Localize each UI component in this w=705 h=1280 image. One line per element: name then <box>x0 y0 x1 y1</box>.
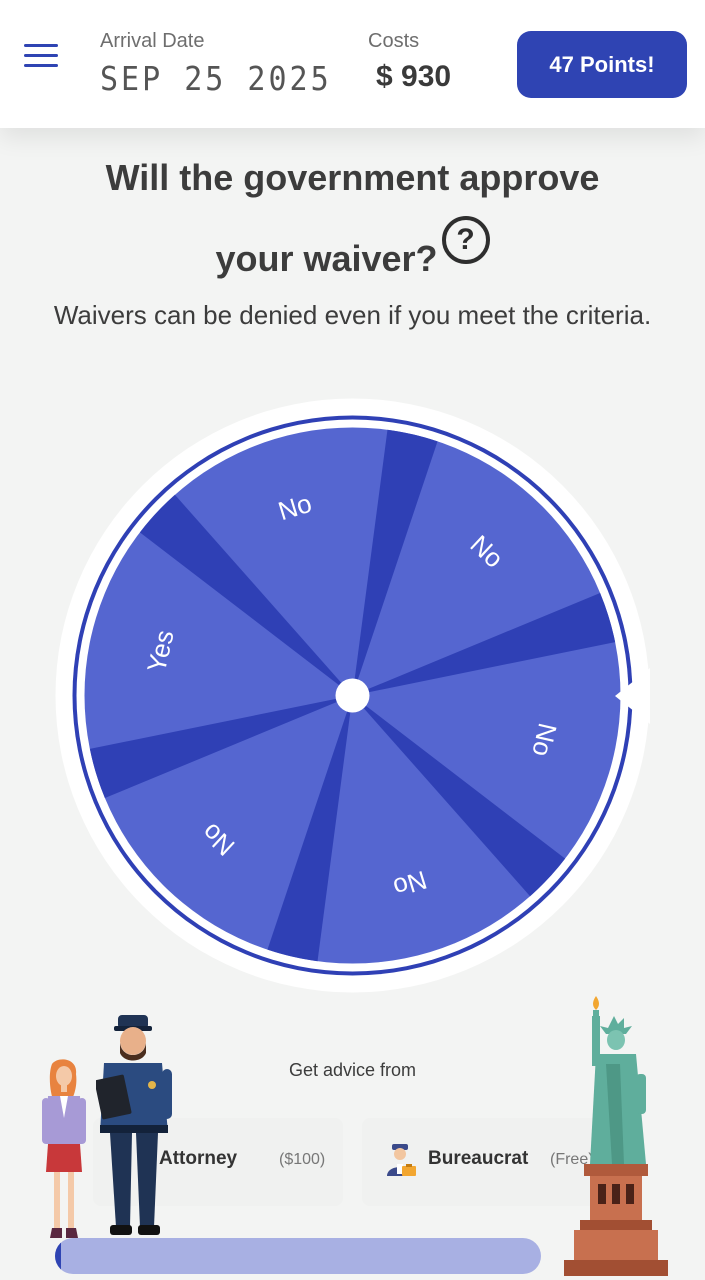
police-officer-illustration <box>96 1015 172 1235</box>
statue-of-liberty-illustration <box>564 996 668 1276</box>
arrival-date-value: SEP 25 2025 <box>100 60 332 99</box>
costs-label: Costs <box>368 30 420 52</box>
progress-fill <box>55 1238 61 1274</box>
advice-label: Get advice from <box>288 1060 417 1080</box>
arrival-date-label: Arrival Date <box>100 30 205 52</box>
wheel-hub <box>335 678 370 713</box>
woman-illustration <box>42 1059 86 1238</box>
spin-wheel-graphic[interactable]: NoNoNoNoYesNo <box>55 398 650 993</box>
attorney-price: ($100) <box>279 1151 326 1168</box>
points-button[interactable]: 47 Points! <box>517 31 687 98</box>
question-line-2: your waiver?? <box>40 216 665 297</box>
bureaucrat-icon <box>387 1144 416 1176</box>
question-circle-icon[interactable]: ? <box>441 216 490 264</box>
question-line-2-text: your waiver? <box>215 238 438 279</box>
spin-wheel[interactable]: No No No No Yes No <box>55 398 650 993</box>
costs-value: $ 930 <box>376 60 452 93</box>
question-line-1: Will the government approve <box>105 157 600 198</box>
progress-bar <box>55 1238 541 1274</box>
top-bar: Arrival Date SEP 25 2025 Costs $ 930 47 … <box>0 0 705 128</box>
question-heading: Will the government approve your waiver?… <box>40 140 665 297</box>
bureaucrat-name: Bureaucrat <box>428 1148 529 1169</box>
hamburger-menu-icon[interactable] <box>20 40 60 74</box>
question-subtitle: Waivers can be denied even if you meet t… <box>53 300 652 330</box>
